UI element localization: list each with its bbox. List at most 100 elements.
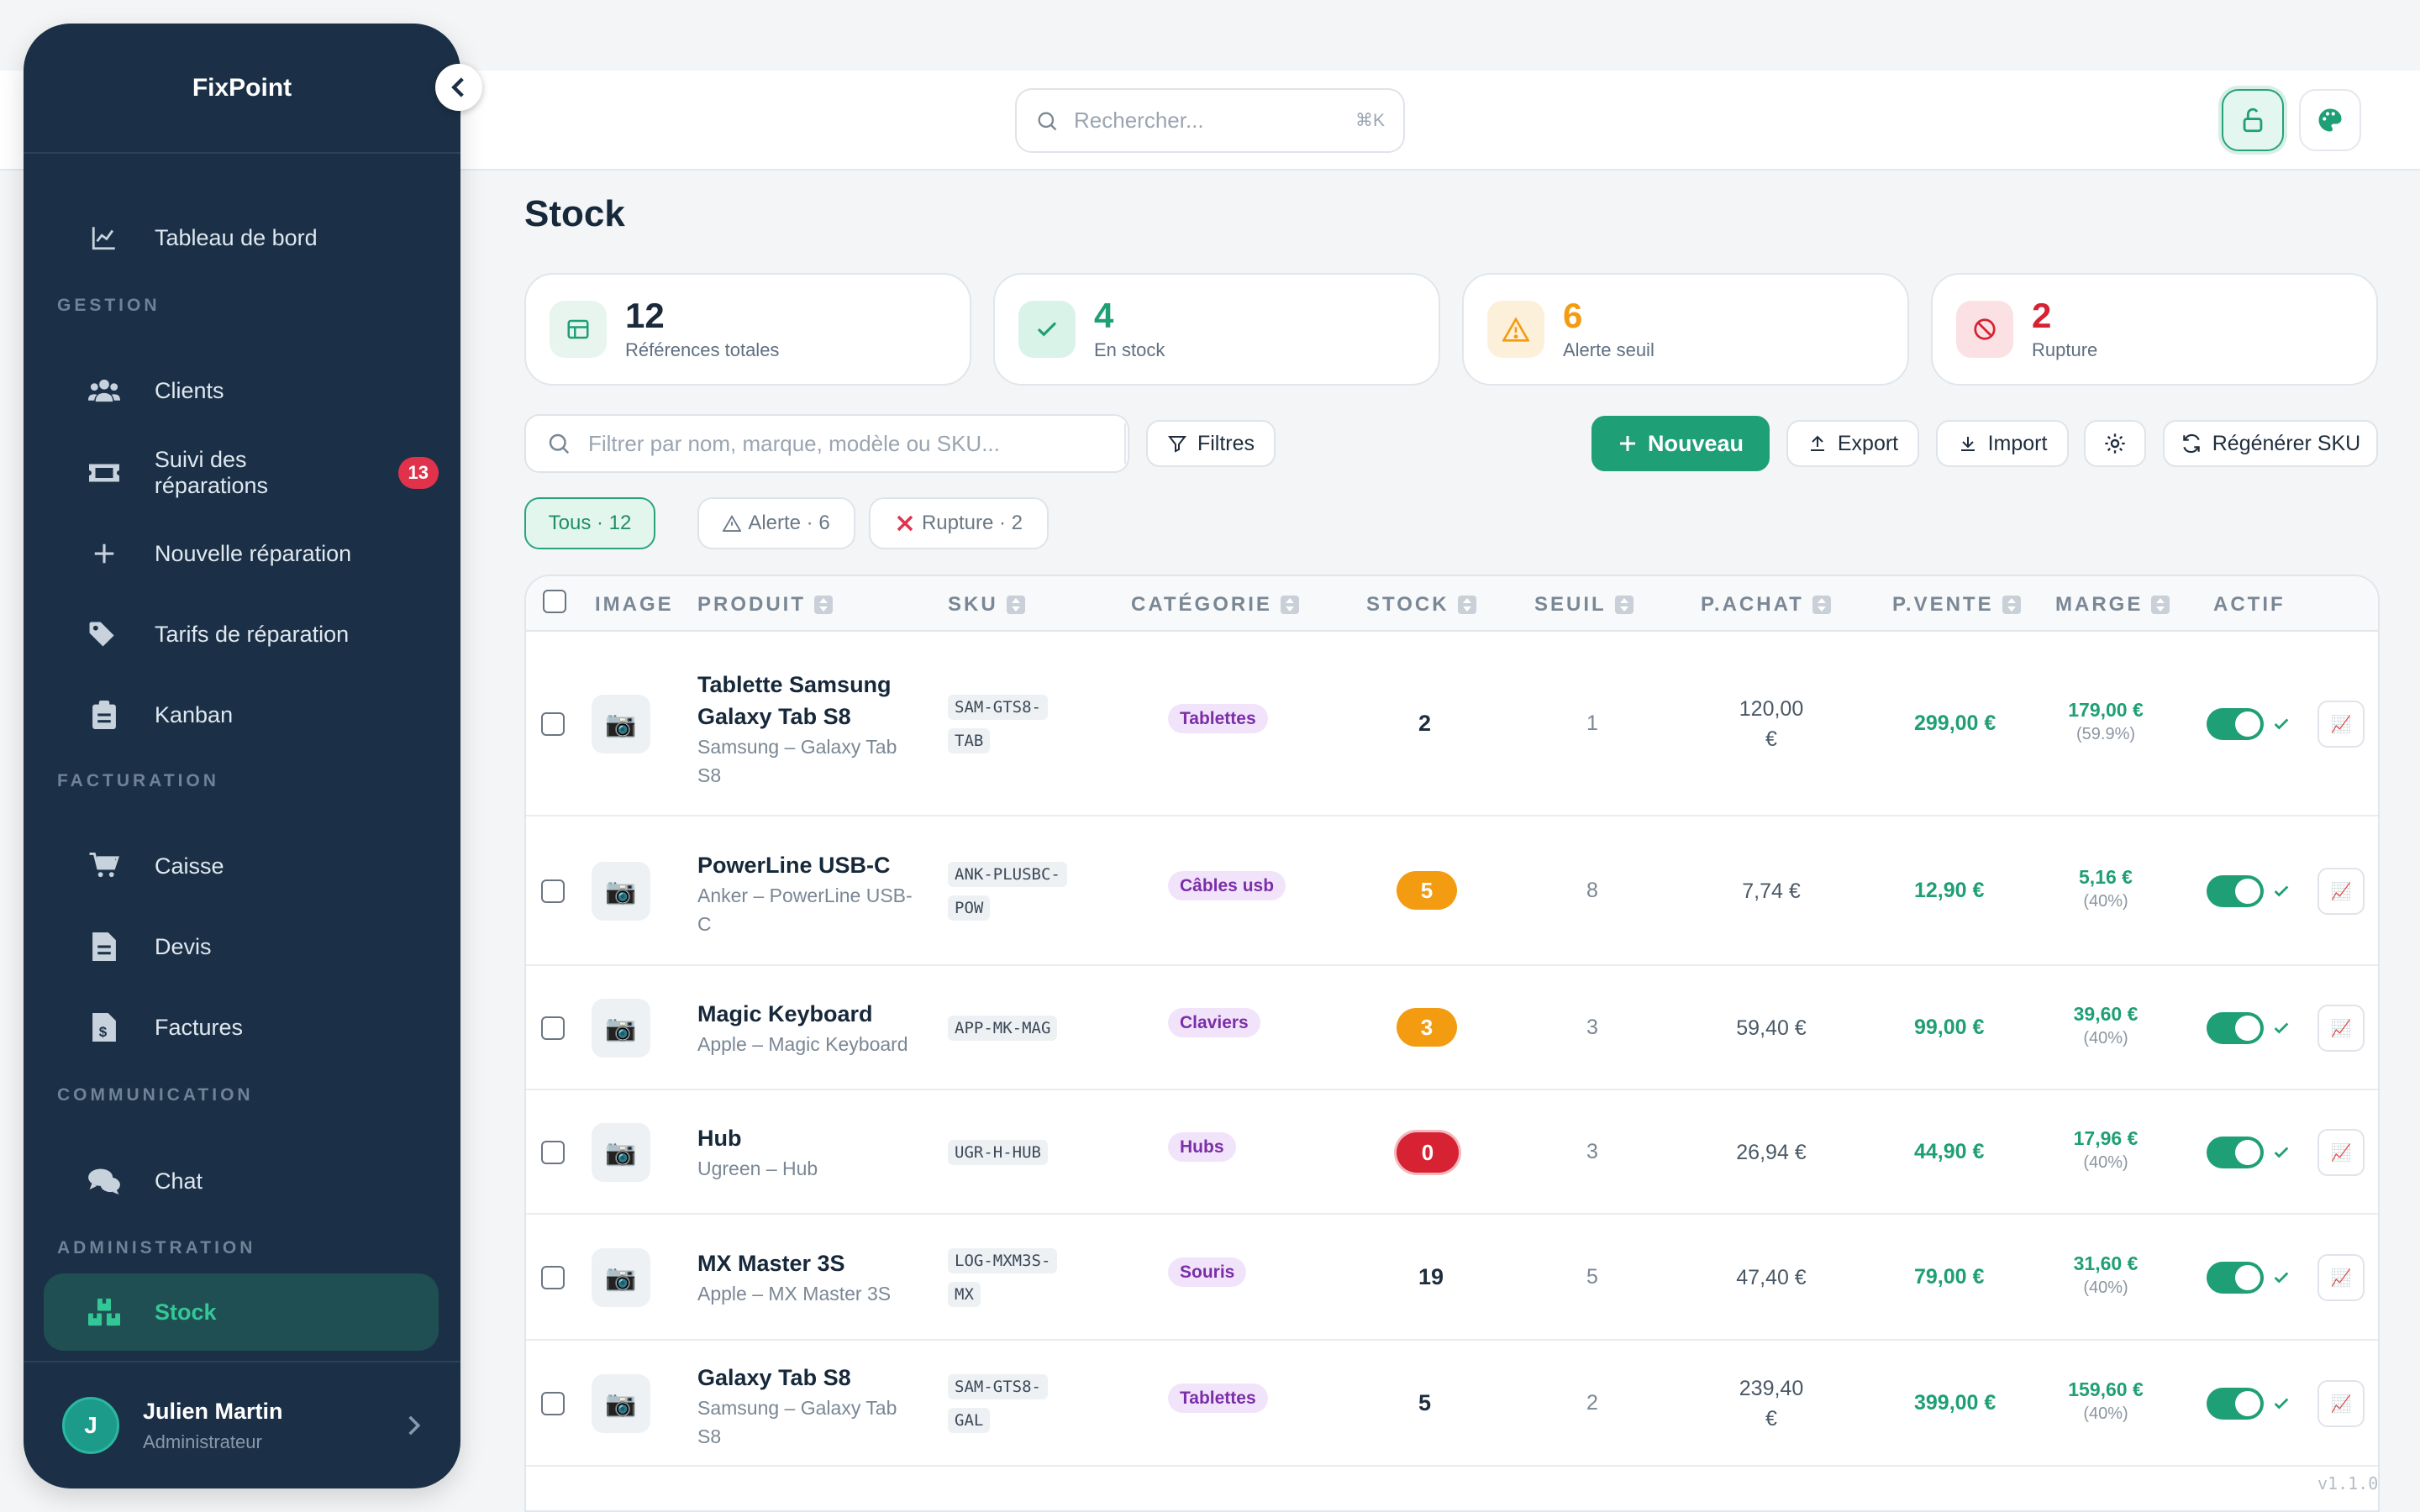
product-info[interactable]: Hub Ugreen – Hub [697,1122,924,1183]
purchase-price: 26,94 € [1736,1141,1807,1164]
sidebar-item-factures[interactable]: $ Factures [44,990,439,1064]
export-button[interactable]: Export [1786,420,1919,467]
table-row[interactable]: 📷 PowerLine USB-C Anker – PowerLine USB- C A… [526,816,2378,966]
active-toggle[interactable] [2207,1262,2264,1294]
active-toggle-group [2207,1012,2291,1044]
sidebar-item-devis[interactable]: Devis [44,910,439,984]
product-brand-model: Samsung – Galaxy Tab [697,1397,897,1419]
row-checkbox[interactable] [541,1266,565,1289]
sort-icon[interactable] [1280,596,1299,614]
chip-all[interactable]: Tous · 12 [524,497,655,549]
import-button[interactable]: Import [1936,420,2069,467]
sort-icon[interactable] [1614,596,1634,614]
stock-history-button[interactable]: 📈 [2317,1005,2365,1052]
row-checkbox[interactable] [541,1392,565,1415]
regenerate-sku-button[interactable]: Régénérer SKU [2163,420,2378,467]
new-product-button[interactable]: Nouveau [1591,416,1770,471]
active-toggle[interactable] [2207,1012,2264,1044]
sort-icon[interactable] [1006,596,1025,614]
sale-price: 44,90 € [1914,1140,1985,1163]
row-checkbox[interactable] [541,1141,565,1164]
stock-history-button[interactable]: 📈 [2317,1254,2365,1301]
stat-card-total[interactable]: 12 Références totales [524,273,971,386]
settings-button[interactable] [2084,420,2146,467]
sidebar-item-new-repair[interactable]: Nouvelle réparation [44,517,439,591]
sidebar-item-label: Suivi des réparations [154,447,269,498]
global-search-input[interactable]: Rechercher... ⌘K [1015,88,1405,153]
theme-button[interactable] [2299,89,2361,151]
active-toggle[interactable] [2207,708,2264,740]
product-name: MX Master 3S [697,1251,845,1276]
col-sku[interactable]: SKU [948,593,1025,617]
stock-history-button[interactable]: 📈 [2317,701,2365,748]
col-marge[interactable]: MARGE [2055,593,2170,617]
table-row[interactable]: 📷 Tablette Samsung Galaxy Tab S8 Samsung – … [526,632,2378,816]
product-info[interactable]: MX Master 3S Apple – MX Master 3S [697,1247,924,1308]
product-brand-model: Samsung – Galaxy Tab [697,736,897,758]
chart-icon: 📈 [2330,1019,2352,1038]
sort-icon[interactable] [814,596,833,614]
select-all-checkbox[interactable] [543,590,566,613]
col-vente[interactable]: P.VENTE [1892,593,2021,617]
sidebar-item-tariffs[interactable]: Tarifs de réparation [44,597,439,671]
col-achat[interactable]: P.ACHAT [1701,593,1831,617]
sidebar-item-label: Factures [155,1014,244,1040]
sort-icon[interactable] [1457,596,1476,614]
stat-card-alert[interactable]: 6 Alerte seuil [1462,273,1909,386]
sidebar-section-administration: ADMINISTRATION [57,1238,256,1257]
sidebar-item-repairs[interactable]: Suivi des réparations 13 [44,436,439,510]
product-filter-input[interactable]: Filtrer par nom, marque, modèle ou SKU..… [524,414,1129,473]
filters-button[interactable]: Filtres [1146,420,1276,467]
row-checkbox[interactable] [541,879,565,903]
sidebar-item-dashboard[interactable]: Tableau de bord [44,201,439,275]
chip-alert[interactable]: Alerte · 6 [697,497,855,549]
stat-card-in-stock[interactable]: 4 En stock [993,273,1440,386]
row-checkbox[interactable] [541,1016,565,1040]
active-toggle[interactable] [2207,875,2264,907]
chevron-left-icon [451,77,464,97]
import-label: Import [1987,431,2048,455]
user-profile[interactable]: J Julien Martin Administrateur [24,1361,460,1488]
product-info[interactable]: Magic Keyboard Apple – Magic Keyboard [697,998,924,1058]
check-icon [2274,1398,2289,1410]
product-info[interactable]: PowerLine USB-C Anker – PowerLine USB- C [697,849,924,938]
product-brand-model: Ugreen – Hub [697,1158,818,1179]
sidebar-item-clients[interactable]: Clients [44,354,439,428]
product-info[interactable]: Galaxy Tab S8 Samsung – Galaxy Tab S8 [697,1362,924,1451]
sidebar-item-stock[interactable]: Stock [44,1273,439,1351]
margin: 17,96 € (40%) [2055,1127,2156,1173]
sort-icon[interactable] [2002,596,2021,614]
sku-line2: MX [948,1282,981,1307]
active-toggle[interactable] [2207,1137,2264,1168]
brand-logo[interactable]: FixPoint [24,24,460,154]
col-seuil[interactable]: SEUIL [1534,593,1634,617]
stat-card-out-of-stock[interactable]: 2 Rupture [1931,273,2378,386]
table-row[interactable]: 📷 MX Master 3S Apple – MX Master 3S LOG-MXM… [526,1215,2378,1341]
sidebar-item-caisse[interactable]: Caisse [44,829,439,903]
lock-button[interactable] [2222,89,2284,151]
new-label: Nouveau [1647,430,1744,456]
col-stock[interactable]: STOCK [1366,593,1476,617]
col-categorie[interactable]: CATÉGORIE [1131,593,1299,617]
active-toggle[interactable] [2207,1388,2264,1420]
sort-icon[interactable] [1812,596,1831,614]
margin: 31,60 € (40%) [2055,1252,2156,1298]
chip-out-of-stock[interactable]: Rupture · 2 [869,497,1049,549]
collapse-sidebar-button[interactable] [435,64,482,111]
sidebar-item-kanban[interactable]: Kanban [44,678,439,752]
chart-icon: 📈 [2330,882,2352,901]
sidebar-item-chat[interactable]: Chat [44,1144,439,1218]
col-produit[interactable]: PRODUIT [697,593,833,617]
table-row[interactable]: 📷 Galaxy Tab S8 Samsung – Galaxy Tab S8 SAM-… [526,1341,2378,1467]
stat-value: 6 [1563,296,1583,335]
table-row[interactable]: 📷 Hub Ugreen – Hub UGR-H-HUB Hubs 0 3 26,94 € 44… [526,1090,2378,1215]
filters-label: Filtres [1197,431,1255,455]
product-info[interactable]: Tablette Samsung Galaxy Tab S8 Samsung – G… [697,669,924,790]
table-header: IMAGE PRODUIT SKU CATÉGORIE STOCK SEUIL … [526,576,2378,632]
stock-history-button[interactable]: 📈 [2317,868,2365,915]
stock-history-button[interactable]: 📈 [2317,1380,2365,1427]
sort-icon[interactable] [2151,596,2170,614]
table-row[interactable]: 📷 Magic Keyboard Apple – Magic Keyboard APP… [526,966,2378,1090]
row-checkbox[interactable] [541,712,565,736]
stock-history-button[interactable]: 📈 [2317,1129,2365,1176]
